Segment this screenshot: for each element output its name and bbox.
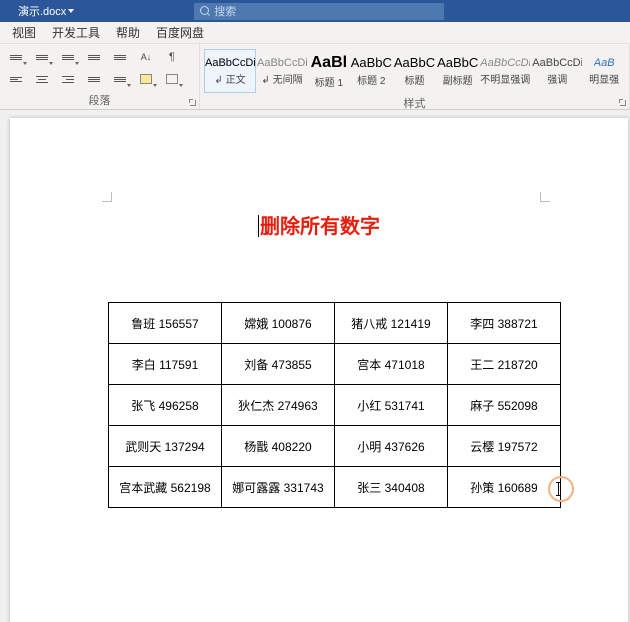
table-cell[interactable]: 小红 531741 [335, 385, 448, 426]
document-heading[interactable]: 删除所有数字 [10, 210, 628, 239]
table-cell[interactable]: 猪八戒 121419 [335, 303, 448, 344]
style-preview: AaBbC [437, 55, 478, 70]
table-cell[interactable]: 刘备 473855 [222, 344, 335, 385]
style-preview: AaBbCcDi [532, 57, 582, 69]
tab-help[interactable]: 帮助 [108, 22, 148, 44]
multilevel-list-button[interactable] [56, 47, 80, 67]
page[interactable]: 删除所有数字 鲁班 156557嫦娥 100876猪八戒 121419李四 38… [10, 118, 628, 622]
increase-indent-button[interactable] [108, 47, 132, 67]
bullets-button[interactable] [4, 47, 28, 67]
table-cell[interactable]: 麻子 552098 [448, 385, 561, 426]
table-row: 李白 117591刘备 473855宫本 471018王二 218720 [109, 344, 561, 385]
title-dropdown-icon[interactable] [68, 9, 74, 13]
search-field[interactable]: 搜索 [194, 3, 444, 20]
paragraph-group-label: 段落 [4, 90, 195, 109]
align-left-button[interactable] [4, 69, 28, 89]
style-preview: AaBbC [394, 55, 435, 70]
table-cell[interactable]: 宫本 471018 [335, 344, 448, 385]
show-marks-button[interactable]: ¶ [160, 47, 184, 67]
table-cell[interactable]: 李白 117591 [109, 344, 222, 385]
table-cell[interactable]: 嫦娥 100876 [222, 303, 335, 344]
document-title: 演示.docx [0, 3, 66, 19]
borders-button[interactable] [160, 69, 184, 89]
style-item[interactable]: AaBbCcDi ↲ 无间隔 [256, 49, 308, 93]
sort-button[interactable]: A↓ [134, 47, 158, 67]
table-cell[interactable]: 鲁班 156557 [109, 303, 222, 344]
styles-dialog-launcher-icon[interactable] [619, 99, 627, 107]
style-name: ↲ 无间隔 [261, 71, 302, 86]
table-cell[interactable]: 王二 218720 [448, 344, 561, 385]
style-item[interactable]: AaBbC 副标题 [436, 49, 479, 93]
table-cell[interactable]: 小明 437626 [335, 426, 448, 467]
styles-gallery[interactable]: AaBbCcDi ↲ 正文 AaBbCcDi ↲ 无间隔 AaBl 标题 1 AaBbC 标题… [204, 47, 625, 93]
table-cell[interactable]: 张三 340408 [335, 467, 448, 508]
style-name: 副标题 [443, 72, 473, 87]
ribbon: A↓ ¶ 段落 AaBbCcDi ↲ 正文 AaBbCcDi ↲ 无间隔 AaBl 标题 … [0, 44, 630, 110]
style-name: 强调 [547, 71, 567, 86]
tab-developer[interactable]: 开发工具 [44, 22, 108, 44]
table-row: 张飞 496258狄仁杰 274963小红 531741麻子 552098 [109, 385, 561, 426]
group-styles: AaBbCcDi ↲ 正文 AaBbCcDi ↲ 无间隔 AaBl 标题 1 AaBbC 标题… [200, 44, 630, 109]
style-item[interactable]: AaB 明显强 [583, 49, 625, 93]
style-name: ↲ 正文 [214, 71, 245, 86]
mouse-ibeam-cursor-icon [558, 482, 559, 496]
text-cursor [258, 215, 259, 237]
style-preview: AaB [594, 57, 615, 69]
table-cell[interactable]: 狄仁杰 274963 [222, 385, 335, 426]
shading-button[interactable] [134, 69, 158, 89]
table-cell[interactable]: 李四 388721 [448, 303, 561, 344]
ribbon-tabs: 视图 开发工具 帮助 百度网盘 [0, 22, 630, 44]
table-cell[interactable]: 宫本武藏 562198 [109, 467, 222, 508]
table-cell[interactable]: 武则天 137294 [109, 426, 222, 467]
style-preview: AaBbCcDi [257, 57, 307, 69]
numbering-button[interactable] [30, 47, 54, 67]
table-cell[interactable]: 云樱 197572 [448, 426, 561, 467]
table-cell[interactable]: 杨戬 408220 [222, 426, 335, 467]
style-item[interactable]: AaBl 标题 1 [308, 49, 350, 93]
style-preview: AaBbCcDi [480, 57, 530, 69]
style-preview: AaBbC [351, 55, 392, 70]
line-spacing-button[interactable] [108, 69, 132, 89]
style-name: 标题 2 [357, 72, 385, 87]
title-bar: 演示.docx 搜索 [0, 0, 630, 22]
data-table[interactable]: 鲁班 156557嫦娥 100876猪八戒 121419李四 388721李白 … [108, 302, 561, 508]
tab-view[interactable]: 视图 [4, 22, 44, 44]
style-item[interactable]: AaBbC 标题 2 [350, 49, 393, 93]
table-cell[interactable]: 张飞 496258 [109, 385, 222, 426]
style-preview: AaBbCcDi [205, 57, 255, 69]
crop-mark-top-left [102, 192, 112, 202]
style-name: 明显强 [589, 71, 619, 86]
style-name: 标题 [404, 72, 424, 87]
search-icon [200, 6, 210, 16]
tab-baidu-netdisk[interactable]: 百度网盘 [148, 22, 212, 44]
align-center-button[interactable] [30, 69, 54, 89]
style-preview: AaBl [311, 54, 347, 72]
paragraph-dialog-launcher-icon[interactable] [189, 99, 197, 107]
style-item[interactable]: AaBbCcDi ↲ 正文 [204, 49, 256, 93]
group-paragraph: A↓ ¶ 段落 [0, 44, 200, 109]
style-name: 标题 1 [315, 74, 343, 89]
style-item[interactable]: AaBbCcDi 强调 [531, 49, 583, 93]
table-row: 武则天 137294杨戬 408220小明 437626云樱 197572 [109, 426, 561, 467]
table-cell[interactable]: 娜可露露 331743 [222, 467, 335, 508]
table-cell[interactable]: 孙策 160689 [448, 467, 561, 508]
style-name: 不明显强调 [480, 71, 530, 86]
style-item[interactable]: AaBbC 标题 [393, 49, 436, 93]
crop-mark-top-right [540, 192, 550, 202]
table-row: 宫本武藏 562198娜可露露 331743张三 340408孙策 160689 [109, 467, 561, 508]
style-item[interactable]: AaBbCcDi 不明显强调 [479, 49, 531, 93]
justify-button[interactable] [82, 69, 106, 89]
search-placeholder: 搜索 [214, 3, 236, 19]
table-row: 鲁班 156557嫦娥 100876猪八戒 121419李四 388721 [109, 303, 561, 344]
decrease-indent-button[interactable] [82, 47, 106, 67]
document-canvas[interactable]: 删除所有数字 鲁班 156557嫦娥 100876猪八戒 121419李四 38… [0, 110, 630, 622]
align-right-button[interactable] [56, 69, 80, 89]
